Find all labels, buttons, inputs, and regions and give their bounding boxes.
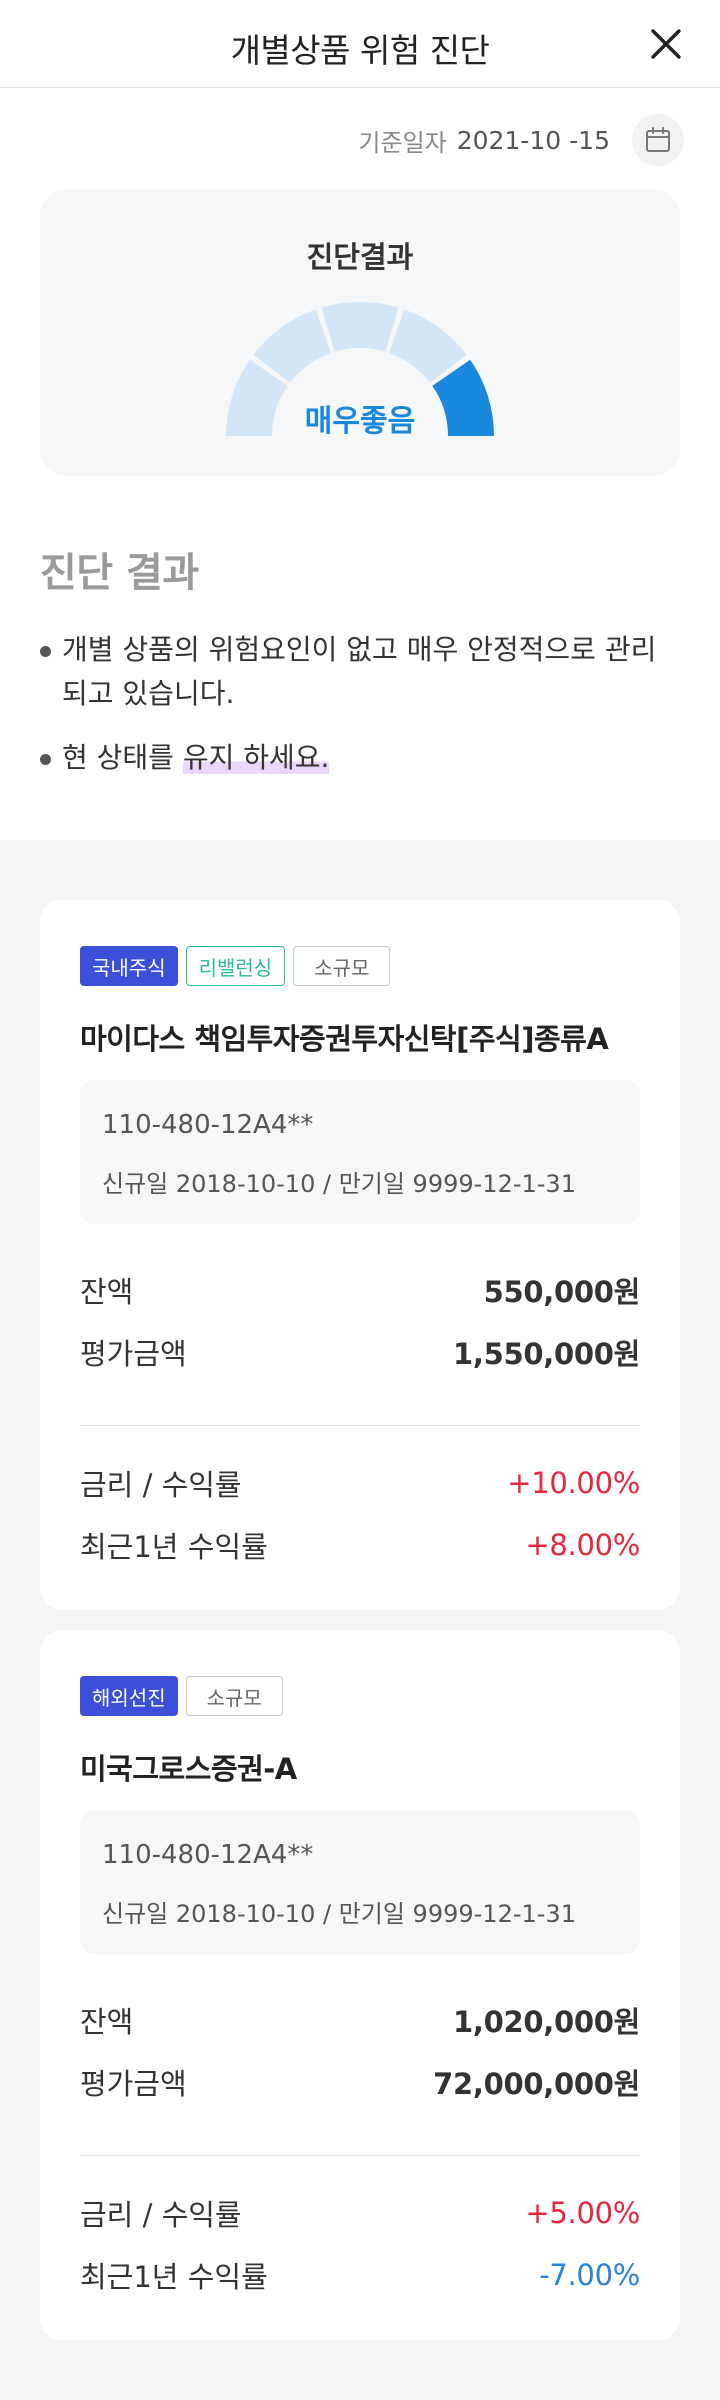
eval-label: 평가금액 <box>80 1337 187 1371</box>
result-title: 진단결과 <box>306 240 414 274</box>
rate-row: 금리 / 수익률 +10.00% <box>80 1463 640 1503</box>
category-tag: 해외선진 <box>80 1676 178 1716</box>
year-return-row: 최근1년 수익률 -7.00% <box>80 2255 640 2295</box>
base-date-value: 2021-10 -15 <box>456 125 610 155</box>
bullet-icon <box>40 646 51 657</box>
bullet-icon <box>40 754 51 765</box>
account-number: 110-480-12A4** <box>102 1110 314 1140</box>
rate-value: +10.00% <box>507 1466 640 1500</box>
gauge-status-label: 매우좋음 <box>304 404 416 439</box>
rebalancing-tag: 리밸런싱 <box>185 946 286 986</box>
product-card[interactable]: 해외선진 소규모 미국그로스증권-A 110-480-12A4** 신규일 20… <box>40 1630 680 2340</box>
size-tag: 소규모 <box>293 946 391 986</box>
eval-label: 평가금액 <box>80 2067 187 2101</box>
diagnosis-list: 개별 상품의 위험요인이 없고 매우 안정적으로 관리되고 있습니다. 현 상태… <box>40 628 680 800</box>
year-return-value: +8.00% <box>525 1528 640 1562</box>
highlighted-text: 유지 하세요. <box>182 741 330 774</box>
balance-row: 잔액 550,000원 <box>80 1270 640 1310</box>
product-card[interactable]: 국내주식 리밸런싱 소규모 마이다스 책임투자증권투자신탁[주식]종류A 110… <box>40 900 680 1610</box>
rate-row: 금리 / 수익률 +5.00% <box>80 2193 640 2233</box>
year-return-label: 최근1년 수익률 <box>80 1530 268 1564</box>
eval-value: 1,550,000원 <box>453 1337 640 1371</box>
fund-name: 미국그로스증권-A <box>80 1752 297 1786</box>
balance-value: 1,020,000원 <box>453 2005 640 2039</box>
account-info-box: 110-480-12A4** 신규일 2018-10-10 / 만기일 9999… <box>80 1080 640 1224</box>
divider <box>80 1425 640 1426</box>
contract-dates: 신규일 2018-10-10 / 만기일 9999-12-1-31 <box>102 1170 576 1198</box>
account-number: 110-480-12A4** <box>102 1840 314 1870</box>
year-return-row: 최근1년 수익률 +8.00% <box>80 1525 640 1565</box>
balance-value: 550,000원 <box>483 1275 641 1309</box>
bullet-text: 현 상태를 <box>62 741 183 774</box>
fund-name: 마이다스 책임투자증권투자신탁[주식]종류A <box>80 1022 609 1056</box>
list-item: 현 상태를 유지 하세요. <box>40 736 680 780</box>
close-icon[interactable] <box>648 26 684 62</box>
rate-label: 금리 / 수익률 <box>80 1468 242 1502</box>
year-return-label: 최근1년 수익률 <box>80 2260 268 2294</box>
page-title: 개별상품 위험 진단 <box>230 31 490 70</box>
eval-value: 72,000,000원 <box>433 2067 640 2101</box>
divider <box>80 2155 640 2156</box>
list-item: 개별 상품의 위험요인이 없고 매우 안정적으로 관리되고 있습니다. <box>40 628 680 716</box>
section-heading: 진단 결과 <box>40 550 199 596</box>
contract-dates: 신규일 2018-10-10 / 만기일 9999-12-1-31 <box>102 1900 576 1928</box>
balance-row: 잔액 1,020,000원 <box>80 2000 640 2040</box>
tag-group: 해외선진 소규모 <box>80 1676 283 1716</box>
calendar-icon <box>646 127 670 152</box>
header-bar: 개별상품 위험 진단 <box>0 0 720 88</box>
tag-group: 국내주식 리밸런싱 소규모 <box>80 946 391 986</box>
gauge-segment <box>321 302 399 352</box>
bullet-text: 개별 상품의 위험요인이 없고 매우 안정적으로 관리되고 있습니다. <box>62 633 657 710</box>
base-date-label: 기준일자 <box>358 128 447 157</box>
eval-row: 평가금액 72,000,000원 <box>80 2062 640 2102</box>
category-tag: 국내주식 <box>80 946 178 986</box>
rate-label: 금리 / 수익률 <box>80 2198 242 2232</box>
year-return-value: -7.00% <box>539 2258 640 2292</box>
balance-label: 잔액 <box>80 1275 134 1309</box>
rate-value: +5.00% <box>525 2196 640 2230</box>
calendar-button[interactable] <box>632 114 684 166</box>
account-info-box: 110-480-12A4** 신규일 2018-10-10 / 만기일 9999… <box>80 1810 640 1954</box>
eval-row: 평가금액 1,550,000원 <box>80 1332 640 1372</box>
size-tag: 소규모 <box>185 1676 283 1716</box>
balance-label: 잔액 <box>80 2005 134 2039</box>
base-date-row: 기준일자 2021-10 -15 <box>358 114 684 166</box>
